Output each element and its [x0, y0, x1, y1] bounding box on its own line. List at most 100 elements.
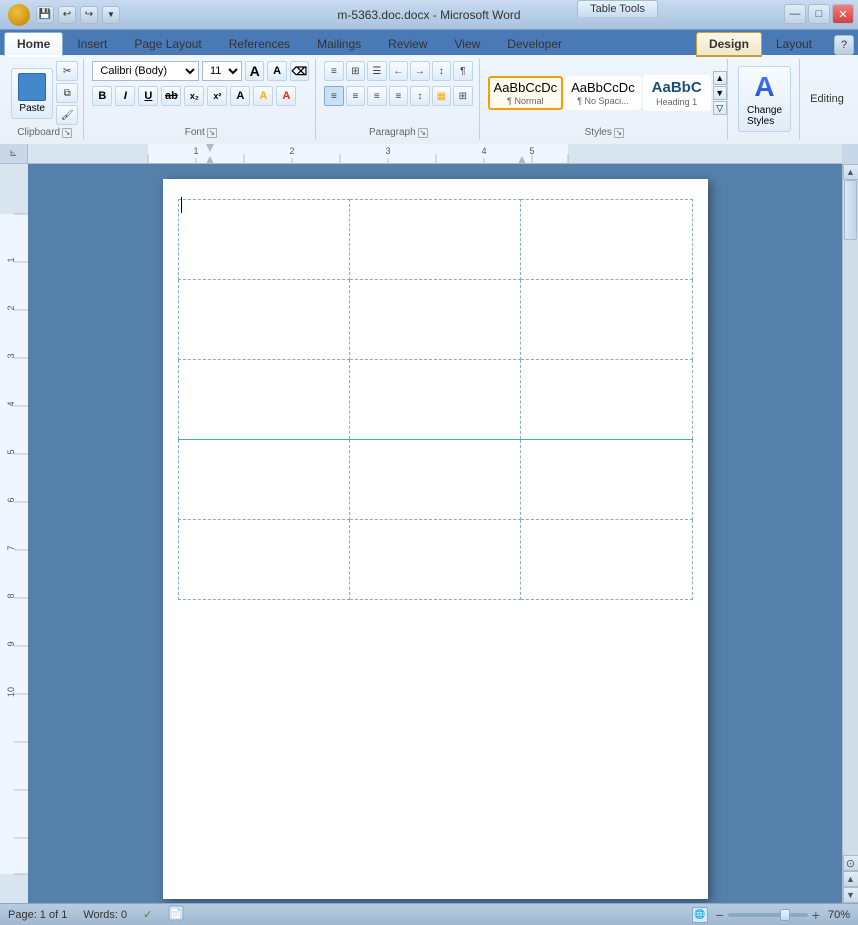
clipboard-label: Clipboard ↘	[17, 127, 72, 138]
table-cell[interactable]	[521, 520, 692, 600]
table-cell[interactable]	[178, 360, 349, 440]
italic-button[interactable]: I	[115, 86, 135, 106]
underline-button[interactable]: U	[138, 86, 158, 106]
table-cell[interactable]	[521, 200, 692, 280]
tab-page-layout[interactable]: Page Layout	[121, 32, 214, 55]
scroll-up-button[interactable]: ▲	[843, 164, 858, 180]
cut-button[interactable]: ✂	[56, 61, 78, 81]
title-bar: 💾 ↩ ↪ ▼ Table Tools m-5363.doc.docx - Mi…	[0, 0, 858, 30]
tab-view[interactable]: View	[442, 32, 494, 55]
styles-expand[interactable]: ▽	[713, 101, 727, 115]
style-no-spacing[interactable]: AaBbCcDc ¶ No Spaci...	[565, 76, 641, 110]
spelling-check-icon[interactable]: ✓	[143, 908, 152, 921]
table-cell[interactable]	[349, 440, 520, 520]
styles-scroll-down[interactable]: ▼	[713, 86, 727, 100]
increase-font-btn[interactable]: A	[245, 61, 264, 81]
para-row1: ≡ ⊞ ☰ ← → ↕ ¶	[324, 61, 472, 81]
text-effects-btn[interactable]: A	[230, 86, 250, 106]
subscript-button[interactable]: x₂	[184, 86, 204, 106]
zoom-thumb[interactable]	[780, 909, 790, 921]
scroll-select-browse-btn[interactable]: ⊙	[843, 855, 858, 871]
table-cell[interactable]	[521, 280, 692, 360]
table-cell[interactable]	[178, 440, 349, 520]
tab-design[interactable]: Design	[696, 32, 762, 57]
qa-dropdown-btn[interactable]: ▼	[102, 6, 120, 24]
table-cell[interactable]	[178, 280, 349, 360]
ribbon-help-btn[interactable]: ?	[834, 35, 854, 55]
table-cell[interactable]	[349, 520, 520, 600]
close-button[interactable]: ✕	[832, 4, 854, 24]
highlight-btn[interactable]: A	[253, 86, 273, 106]
tab-insert[interactable]: Insert	[64, 32, 120, 55]
tab-references[interactable]: References	[216, 32, 303, 55]
decrease-indent-btn[interactable]: ←	[389, 61, 408, 81]
tab-home[interactable]: Home	[4, 32, 63, 57]
table-cell[interactable]	[349, 200, 520, 280]
table-cell[interactable]	[349, 280, 520, 360]
review-icon[interactable]: 📄	[168, 905, 184, 924]
multilevel-list-btn[interactable]: ☰	[367, 61, 386, 81]
scroll-next-btn[interactable]: ▼	[843, 887, 858, 903]
bullet-list-btn[interactable]: ≡	[324, 61, 343, 81]
superscript-button[interactable]: x²	[207, 86, 227, 106]
styles-expand-btn[interactable]: ↘	[614, 128, 624, 138]
bold-button[interactable]: B	[92, 86, 112, 106]
font-color-btn[interactable]: A	[276, 86, 296, 106]
align-left-btn[interactable]: ≡	[324, 86, 343, 106]
table-cell[interactable]	[178, 200, 349, 280]
align-center-btn[interactable]: ≡	[346, 86, 365, 106]
sort-btn[interactable]: ↕	[432, 61, 451, 81]
zoom-slider[interactable]	[728, 913, 808, 917]
clear-format-btn[interactable]: ⌫	[290, 61, 309, 81]
font-family-select[interactable]: Calibri (Body)	[92, 61, 199, 81]
format-painter-button[interactable]: 🖌	[56, 105, 78, 125]
big-a-icon: A	[754, 71, 774, 103]
table-cell[interactable]	[349, 360, 520, 440]
table-cell[interactable]	[521, 440, 692, 520]
strikethrough-button[interactable]: ab	[161, 86, 181, 106]
document-page[interactable]	[163, 179, 708, 899]
tab-review[interactable]: Review	[375, 32, 440, 55]
tab-mailings[interactable]: Mailings	[304, 32, 374, 55]
increase-indent-btn[interactable]: →	[410, 61, 429, 81]
undo-quick-btn[interactable]: ↩	[58, 6, 76, 24]
tab-developer[interactable]: Developer	[494, 32, 575, 55]
font-size-select[interactable]: 11	[202, 61, 242, 81]
align-right-btn[interactable]: ≡	[367, 86, 386, 106]
vertical-ruler-svg: 1 2 3 4 5 6 7 8 9 10	[0, 164, 28, 903]
borders-btn[interactable]: ⊞	[453, 86, 472, 106]
decrease-font-btn[interactable]: A	[267, 61, 286, 81]
show-formatting-btn[interactable]: ¶	[453, 61, 472, 81]
svg-text:7: 7	[6, 545, 16, 550]
table-cell[interactable]	[521, 360, 692, 440]
table-cell[interactable]	[178, 520, 349, 600]
redo-quick-btn[interactable]: ↪	[80, 6, 98, 24]
styles-scroll-up[interactable]: ▲	[713, 71, 727, 85]
change-styles-icon: A	[749, 71, 781, 103]
zoom-level[interactable]: 70%	[828, 909, 850, 921]
paragraph-expand[interactable]: ↘	[418, 128, 428, 138]
style-normal[interactable]: AaBbCcDc ¶ Normal	[488, 76, 564, 110]
change-styles-button[interactable]: A ChangeStyles	[738, 66, 791, 132]
justify-btn[interactable]: ≡	[389, 86, 408, 106]
minimize-button[interactable]: —	[784, 4, 806, 24]
zoom-out-button[interactable]: −	[716, 907, 724, 923]
tab-layout[interactable]: Layout	[763, 32, 825, 55]
scroll-track[interactable]	[843, 180, 858, 855]
ruler-corner[interactable]: ⊾	[0, 144, 28, 164]
scroll-prev-btn[interactable]: ▲	[843, 871, 858, 887]
save-quick-btn[interactable]: 💾	[36, 6, 54, 24]
shading-btn[interactable]: ▦	[432, 86, 451, 106]
numbered-list-btn[interactable]: ⊞	[346, 61, 365, 81]
document-area[interactable]	[28, 164, 842, 903]
font-expand[interactable]: ↘	[207, 128, 217, 138]
zoom-in-button[interactable]: +	[812, 907, 820, 923]
line-spacing-btn[interactable]: ↕	[410, 86, 429, 106]
scroll-thumb[interactable]	[844, 180, 857, 240]
copy-button[interactable]: ⧉	[56, 83, 78, 103]
language-icon[interactable]: 🌐	[692, 907, 708, 923]
style-heading1[interactable]: AaBbC Heading 1	[643, 75, 711, 111]
clipboard-expand[interactable]: ↘	[62, 128, 72, 138]
paste-button[interactable]: Paste	[11, 68, 53, 119]
maximize-button[interactable]: □	[808, 4, 830, 24]
